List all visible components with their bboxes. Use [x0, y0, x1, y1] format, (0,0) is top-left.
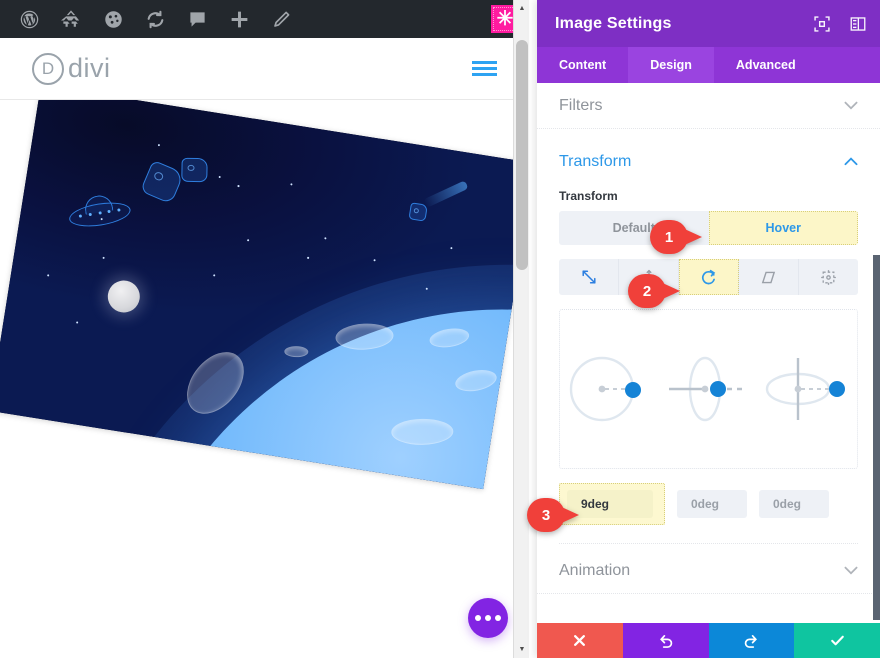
new-content-plus-icon[interactable] [218, 0, 260, 38]
transform-section-body: Transform Default Hover 9deg 0deg 0deg [537, 185, 880, 544]
transform-scale-icon[interactable] [559, 259, 619, 295]
panel-layout-icon[interactable] [850, 16, 866, 32]
image-settings-panel: Image Settings Content Design Advanced F… [537, 0, 880, 658]
rotate-y-dial[interactable] [661, 344, 757, 434]
divi-logo-text: divi [68, 53, 111, 83]
hamburger-menu-icon[interactable] [472, 61, 497, 76]
comet-head [408, 202, 428, 222]
comments-icon[interactable] [176, 0, 218, 38]
transform-origin-icon[interactable] [799, 259, 858, 295]
wordpress-admin-bar: ✳ [0, 0, 529, 38]
panel-scrollbar-thumb[interactable] [873, 255, 880, 620]
callout-marker-1-number: 1 [650, 220, 688, 254]
tab-advanced[interactable]: Advanced [714, 47, 818, 83]
site-home-icon[interactable] [50, 0, 92, 38]
panel-tabs: Content Design Advanced [537, 47, 880, 83]
chevron-down-icon [844, 100, 858, 112]
rotate-y-input[interactable]: 0deg [677, 490, 747, 518]
section-transform-label: Transform [559, 153, 632, 170]
rotate-x-input[interactable]: 9deg [567, 490, 653, 518]
chevron-down-icon [844, 565, 858, 577]
undo-arrow-icon [659, 634, 672, 648]
callout-marker-3-number: 3 [527, 498, 565, 532]
undo-button[interactable] [622, 623, 709, 658]
rotate-preview-box [559, 309, 858, 469]
section-transform[interactable]: Transform [537, 139, 880, 185]
panel-footer [537, 623, 880, 658]
focus-target-icon[interactable] [814, 15, 830, 32]
section-divider [559, 543, 858, 544]
divi-logo[interactable]: D divi [32, 52, 111, 85]
callout-marker-1: 1 [650, 220, 702, 254]
asteroid [181, 157, 208, 183]
tab-content[interactable]: Content [537, 47, 628, 83]
planet-crater [284, 345, 309, 358]
screenshot-root: ✳ D divi ▲ ▼ Image Settings Content Desi… [0, 0, 880, 658]
callout-marker-2-number: 2 [628, 274, 666, 308]
site-header: D divi [0, 38, 529, 100]
redo-arrow-icon [745, 634, 758, 648]
dashboard-gauge-icon[interactable] [92, 0, 134, 38]
panel-header: Image Settings [537, 0, 880, 47]
x-icon [574, 635, 586, 646]
panel-title: Image Settings [555, 14, 672, 32]
refresh-icon[interactable] [134, 0, 176, 38]
three-dots-icon [475, 615, 481, 621]
transform-field-label: Transform [559, 189, 618, 203]
scroll-up-arrow[interactable]: ▲ [514, 0, 529, 17]
wordpress-logo-icon[interactable] [8, 0, 50, 38]
transform-state-toggle: Default Hover [559, 211, 858, 245]
scrollbar-thumb[interactable] [516, 40, 528, 270]
redo-button[interactable] [708, 623, 795, 658]
panel-body: Filters Transform Transform Default Hove… [537, 83, 880, 623]
callout-marker-2: 2 [628, 274, 680, 308]
section-filters-label: Filters [559, 96, 603, 114]
wordpress-preview-area: ✳ D divi ▲ ▼ [0, 0, 529, 658]
divi-floating-action-button[interactable] [468, 598, 508, 638]
callout-marker-3: 3 [527, 498, 579, 532]
star [237, 184, 240, 187]
section-animation-label: Animation [559, 561, 631, 579]
edit-pencil-icon[interactable] [260, 0, 302, 38]
divi-logo-mark: D [32, 52, 64, 85]
space-illustration-image[interactable] [0, 100, 529, 490]
transform-state-hover[interactable]: Hover [708, 211, 858, 245]
image-module-stage [0, 100, 529, 560]
save-button[interactable] [794, 623, 880, 658]
rotate-x-dial[interactable] [760, 344, 856, 434]
tab-design[interactable]: Design [628, 47, 714, 83]
rotate-z-dial[interactable] [562, 344, 658, 434]
section-animation[interactable]: Animation [537, 548, 880, 594]
rotate-z-input[interactable]: 0deg [759, 490, 829, 518]
transform-tool-row [559, 259, 858, 295]
transform-rotate-icon[interactable] [679, 259, 739, 295]
chevron-up-icon [844, 156, 858, 168]
browser-scrollbar[interactable]: ▲ ▼ [513, 0, 529, 658]
star [307, 256, 309, 259]
check-icon [830, 635, 844, 646]
transform-skew-icon[interactable] [739, 259, 799, 295]
close-button[interactable] [537, 623, 623, 658]
scroll-down-arrow[interactable]: ▼ [514, 641, 529, 658]
rotate-value-row: 9deg 0deg 0deg [559, 483, 858, 525]
section-filters[interactable]: Filters [537, 83, 880, 129]
